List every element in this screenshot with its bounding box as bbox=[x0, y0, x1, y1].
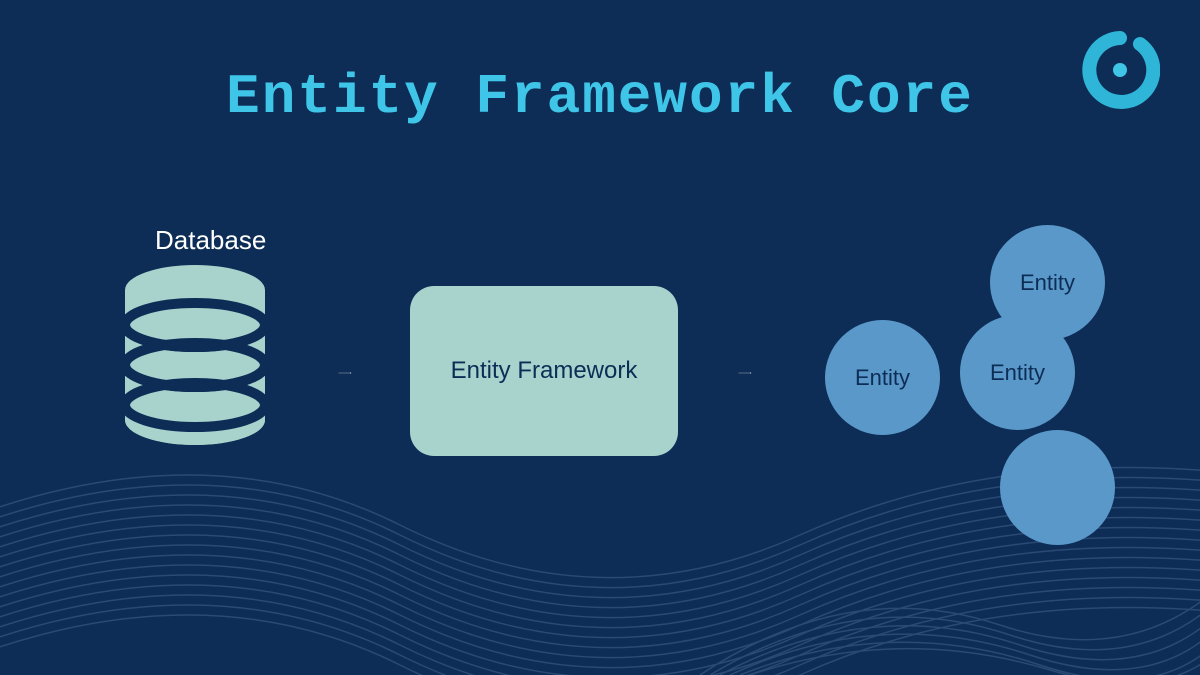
entity-label: Entity bbox=[855, 365, 910, 391]
database-icon bbox=[120, 265, 270, 450]
entity-framework-box: Entity Framework bbox=[410, 286, 678, 456]
ef-box-label: Entity Framework bbox=[451, 357, 638, 385]
entity-circle-3: Entity bbox=[960, 315, 1075, 430]
logo-icon bbox=[1080, 30, 1160, 115]
entity-circle-4 bbox=[1000, 430, 1115, 545]
entity-circle-1: Entity bbox=[825, 320, 940, 435]
page-title: Entity Framework Core bbox=[226, 65, 974, 129]
entity-label: Entity bbox=[990, 360, 1045, 386]
database-label: Database bbox=[155, 225, 266, 256]
arrow-db-to-ef bbox=[280, 372, 410, 374]
entity-label: Entity bbox=[1020, 270, 1075, 296]
arrow-ef-to-entities bbox=[680, 372, 810, 374]
